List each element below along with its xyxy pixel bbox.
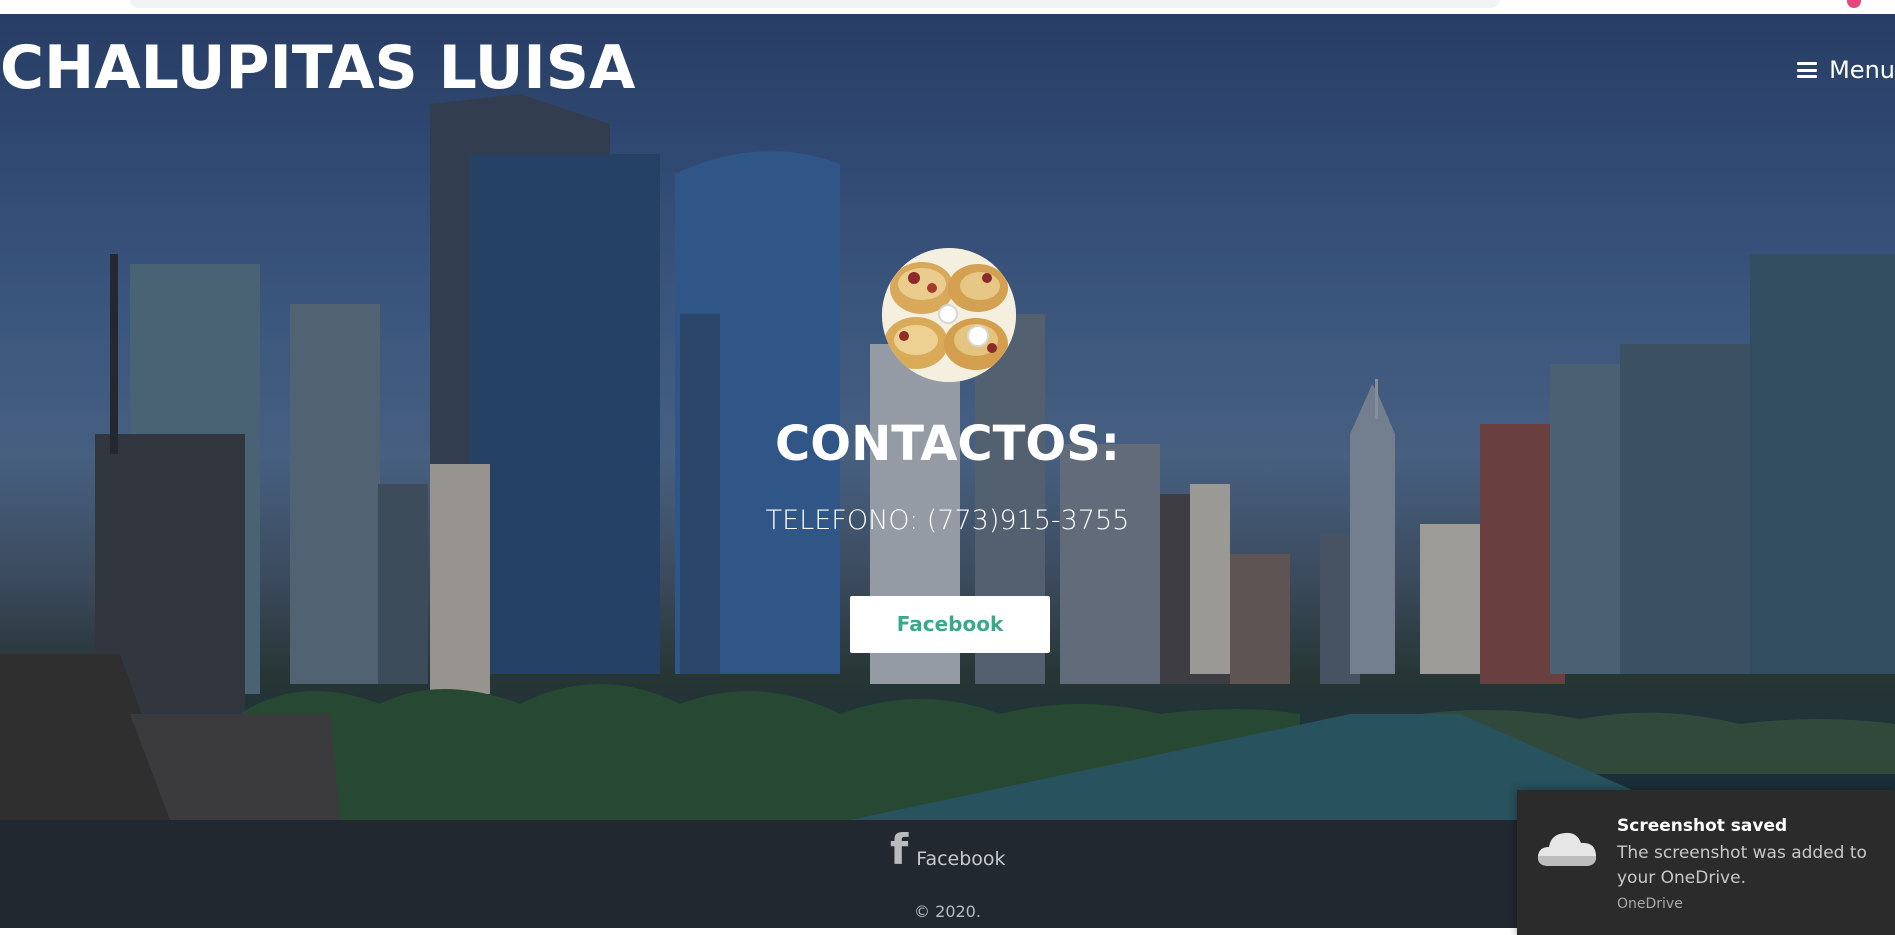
facebook-button[interactable]: Facebook	[850, 596, 1050, 653]
onedrive-notification-toast[interactable]: Screenshot saved The screenshot was adde…	[1517, 790, 1895, 935]
contact-title: CONTACTOS:	[775, 416, 1120, 472]
brand-logo-link[interactable]: CHALUPITAS LUISA	[0, 28, 635, 108]
hero-section: CHALUPITAS LUISA Menu CONTACTOS: TELEFON…	[0, 14, 1895, 820]
phone-number: TELEFONO: (773)915-3755	[765, 505, 1130, 536]
menu-label: Menu	[1829, 56, 1895, 84]
toast-body: The screenshot was added to your OneDriv…	[1617, 843, 1867, 888]
menu-button[interactable]: Menu	[1797, 56, 1895, 84]
toast-title: Screenshot saved	[1617, 816, 1788, 836]
chalupas-food-image	[882, 248, 1016, 382]
footer-facebook-link[interactable]: f Facebook	[890, 825, 1006, 874]
toast-source: OneDrive	[1617, 896, 1683, 912]
chalupas-photo-avatar	[882, 248, 1016, 382]
profile-avatar[interactable]	[1847, 0, 1861, 8]
onedrive-cloud-icon	[1537, 832, 1597, 866]
browser-top-edge	[0, 0, 1895, 15]
hamburger-icon	[1797, 62, 1818, 78]
address-bar[interactable]	[130, 0, 1500, 8]
facebook-f-icon: f	[890, 825, 909, 874]
footer-facebook-label: Facebook	[916, 848, 1006, 870]
